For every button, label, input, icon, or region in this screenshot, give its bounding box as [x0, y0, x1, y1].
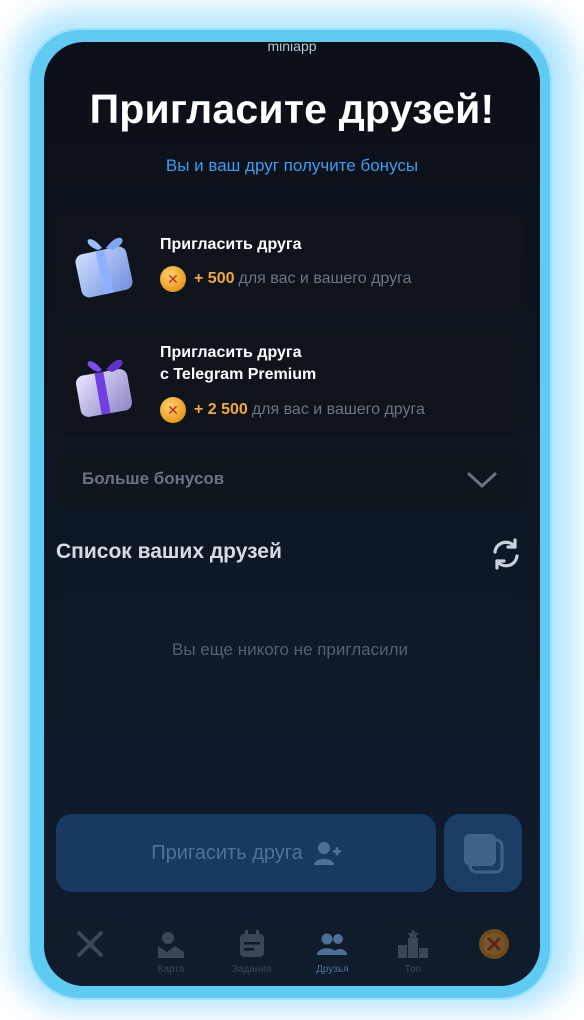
invite-premium-title: Пригласить друга с Telegram Premium	[160, 342, 316, 386]
invite-button-label: Пригасить друга	[151, 841, 303, 864]
gift-icon	[75, 237, 133, 298]
premium-gift-icon	[76, 359, 132, 417]
calendar-icon	[239, 930, 264, 957]
page-subtitle: Вы и ваш друг получите бонусы	[165, 156, 419, 175]
leaderboard-icon	[397, 929, 428, 958]
invite-friend-button[interactable]: Пригасить друга	[56, 814, 436, 892]
friends-list-title: Список ваших друзей	[56, 540, 282, 563]
reward-amount: + 500	[194, 270, 235, 287]
coin-icon: ✕	[160, 397, 186, 423]
invite-premium-friend-card[interactable]: Пригласить друга с Telegram Premium ✕ + …	[56, 330, 524, 436]
tab-map[interactable]: Карта	[131, 912, 211, 986]
more-bonuses-dropdown[interactable]: Больше бонусов	[56, 450, 524, 510]
page-title: Пригласите друзей!	[89, 86, 495, 132]
swords-icon	[77, 931, 104, 957]
bottom-tab-bar: Карта Задания Друзья Топ	[44, 912, 540, 986]
invite-friend-card[interactable]: Пригласить друга ✕ + 500 для вас и вашег…	[56, 210, 524, 316]
invite-premium-reward: ✕ + 2 500 для вас и вашего друга	[160, 397, 425, 423]
invite-premium-title-line2: с Telegram Premium	[160, 366, 317, 383]
friends-empty-state: Вы еще никого не пригласили	[56, 598, 524, 702]
tab-tasks[interactable]: Задания	[212, 912, 292, 986]
tab-label: Задания	[231, 964, 272, 975]
app-top-label: miniapp	[267, 42, 317, 54]
app-screen: miniapp Пригласите друзей! Вы и ваш друг…	[44, 42, 540, 986]
coin-icon: ✕	[160, 266, 186, 292]
tab-label: Топ	[404, 964, 422, 975]
invite-friend-title: Пригласить друга	[160, 236, 302, 253]
reward-description: для вас и вашего друга	[251, 401, 425, 418]
tab-label: Карта	[157, 964, 185, 975]
refresh-icon[interactable]	[488, 536, 524, 572]
tab-top[interactable]: Топ	[373, 912, 453, 986]
chevron-down-icon	[467, 472, 497, 488]
invite-premium-title-line1: Пригласить друга	[160, 344, 302, 361]
users-icon	[317, 933, 348, 955]
map-icon	[157, 932, 184, 958]
tab-friends[interactable]: Друзья	[292, 912, 372, 986]
copy-icon	[464, 834, 504, 874]
tab-label: Друзья	[316, 964, 349, 975]
coin-icon	[478, 929, 509, 959]
reward-description: для вас и вашего друга	[238, 270, 412, 287]
tab-battle[interactable]	[50, 912, 130, 986]
add-user-icon	[313, 842, 341, 865]
reward-amount: + 2 500	[194, 401, 248, 418]
tab-profile[interactable]	[454, 912, 534, 986]
more-bonuses-label: Больше бонусов	[82, 469, 225, 488]
invite-friend-reward: ✕ + 500 для вас и вашего друга	[160, 266, 412, 292]
copy-link-button[interactable]	[444, 814, 522, 892]
